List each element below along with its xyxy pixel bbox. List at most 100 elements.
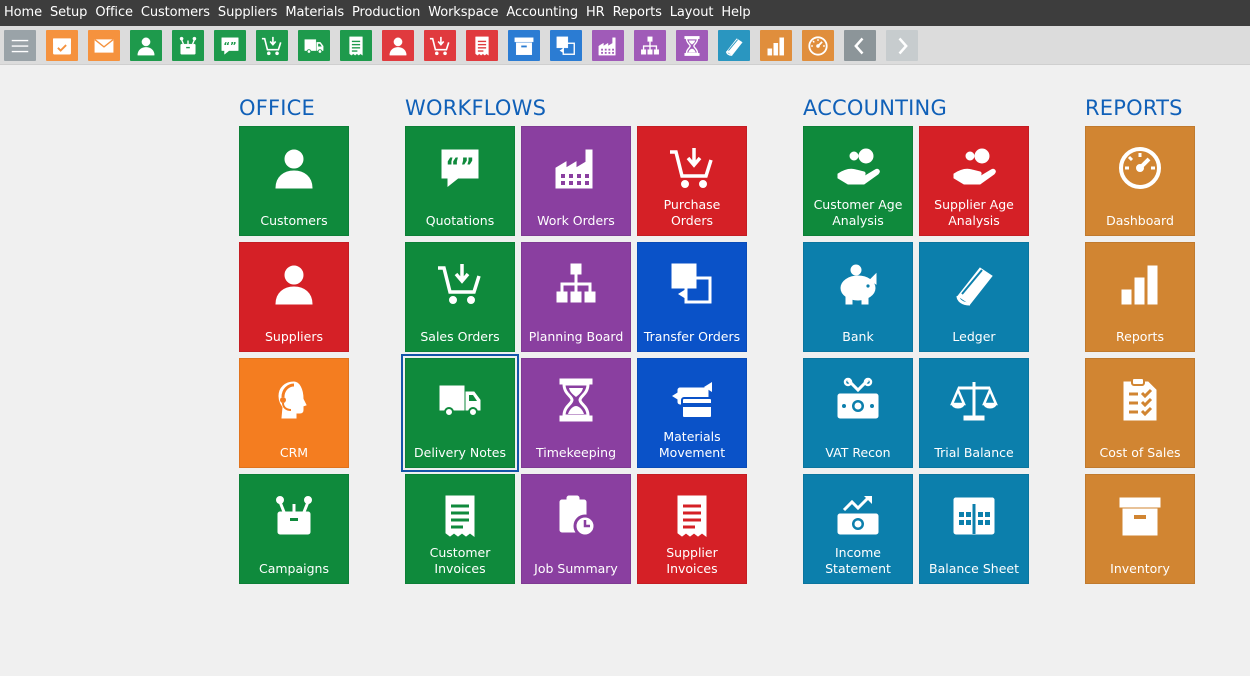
book-icon: [725, 37, 743, 56]
toolbar-mail-button[interactable]: [88, 30, 120, 61]
cart-down-icon: [261, 36, 282, 55]
hand-coin-icon: [920, 143, 1028, 193]
tile-supplier-invoices[interactable]: Supplier Invoices: [637, 474, 747, 584]
tile-vat-recon[interactable]: VAT Recon: [803, 358, 913, 468]
toolbar: “”: [0, 26, 1250, 65]
toolbar-invoice-button[interactable]: [466, 30, 498, 61]
toolbar-forward-button[interactable]: [886, 30, 918, 61]
toolbar-gauge-button[interactable]: [802, 30, 834, 61]
toolbar-quote-button[interactable]: “”: [214, 30, 246, 61]
menu-reports[interactable]: Reports: [613, 0, 667, 26]
tile-sales-orders[interactable]: Sales Orders: [405, 242, 515, 352]
menu-help[interactable]: Help: [721, 0, 755, 26]
menu-suppliers[interactable]: Suppliers: [218, 0, 282, 26]
tile-customers[interactable]: Customers: [239, 126, 349, 236]
tile-trial-balance[interactable]: Trial Balance: [919, 358, 1029, 468]
tile-supplier-age-analysis[interactable]: Supplier Age Analysis: [919, 126, 1029, 236]
tile-label: Campaigns: [258, 561, 329, 576]
truck-icon: [406, 375, 514, 425]
hourglass-icon: [684, 35, 700, 56]
section-title-office: OFFICE: [239, 96, 316, 120]
toolbar-transfer-button[interactable]: [550, 30, 582, 61]
toolbar-inventory-button[interactable]: [508, 30, 540, 61]
menu-setup[interactable]: Setup: [50, 0, 92, 26]
toolbar-campaign-button[interactable]: [172, 30, 204, 61]
toolbar-calendar-button[interactable]: [46, 30, 78, 61]
toolbar-invoice-button[interactable]: [340, 30, 372, 61]
toolbar-customer-button[interactable]: [130, 30, 162, 61]
menu-hr[interactable]: HR: [586, 0, 610, 26]
tile-work-orders[interactable]: Work Orders: [521, 126, 631, 236]
cards-icon: [638, 375, 746, 425]
toolbar-supplier-button[interactable]: [382, 30, 414, 61]
tile-label: Transfer Orders: [643, 329, 741, 344]
invoice-icon: [349, 36, 363, 56]
headset-icon: [240, 375, 348, 425]
tile-reports[interactable]: Reports: [1085, 242, 1195, 352]
menu-accounting[interactable]: Accounting: [506, 0, 583, 26]
tile-label: Planning Board: [528, 329, 624, 344]
tile-income-statement[interactable]: Income Statement: [803, 474, 913, 584]
tile-label: VAT Recon: [825, 445, 891, 460]
tile-label: Customer Invoices: [429, 545, 491, 576]
tile-crm[interactable]: CRM: [239, 358, 349, 468]
tile-campaigns[interactable]: Campaigns: [239, 474, 349, 584]
toolbar-book-button[interactable]: [718, 30, 750, 61]
tile-cost-of-sales[interactable]: Cost of Sales: [1085, 358, 1195, 468]
sheet-icon: [920, 491, 1028, 541]
toolbar-truck-button[interactable]: [298, 30, 330, 61]
tile-job-summary[interactable]: Job Summary: [521, 474, 631, 584]
book-icon: [920, 259, 1028, 309]
menu-materials[interactable]: Materials: [285, 0, 349, 26]
clipboard-clock-icon: [522, 491, 630, 541]
menu-customers[interactable]: Customers: [141, 0, 215, 26]
toolbar-cart-down-button[interactable]: [256, 30, 288, 61]
customer-icon: [137, 37, 155, 55]
inventory-icon: [514, 37, 534, 55]
toolbar-back-button[interactable]: [844, 30, 876, 61]
person-icon: [240, 259, 348, 309]
tile-customer-invoices[interactable]: Customer Invoices: [405, 474, 515, 584]
menu-office[interactable]: Office: [95, 0, 138, 26]
tile-suppliers[interactable]: Suppliers: [239, 242, 349, 352]
forward-icon: [898, 37, 908, 54]
section-title-reports: REPORTS: [1085, 96, 1183, 120]
tile-label: Customer Age Analysis: [813, 197, 903, 228]
tile-inventory[interactable]: Inventory: [1085, 474, 1195, 584]
campaign-icon: [179, 36, 197, 54]
org-icon: [641, 36, 659, 54]
tile-label: Supplier Invoices: [666, 545, 718, 576]
menu-layout[interactable]: Layout: [670, 0, 719, 26]
menu-home[interactable]: Home: [4, 0, 47, 26]
menu-production[interactable]: Production: [352, 0, 425, 26]
toolbar-cart-down-button[interactable]: [424, 30, 456, 61]
tile-bank[interactable]: Bank: [803, 242, 913, 352]
factory-icon: [522, 143, 630, 193]
tile-label: Customers: [260, 213, 328, 228]
tile-purchase-orders[interactable]: Purchase Orders: [637, 126, 747, 236]
tile-materials-movement[interactable]: Materials Movement: [637, 358, 747, 468]
toolbar-org-button[interactable]: [634, 30, 666, 61]
tile-transfer-orders[interactable]: Transfer Orders: [637, 242, 747, 352]
tile-label: Trial Balance: [934, 445, 1014, 460]
tile-label: Bank: [842, 329, 874, 344]
menu-workspace[interactable]: Workspace: [428, 0, 503, 26]
quote-icon: “”: [221, 37, 239, 55]
toolbar-menu-button[interactable]: [4, 30, 36, 61]
tile-delivery-notes[interactable]: Delivery Notes: [401, 354, 519, 472]
tile-label: Ledger: [952, 329, 996, 344]
mail-icon: [94, 38, 114, 53]
toolbar-bars-button[interactable]: [760, 30, 792, 61]
toolbar-factory-button[interactable]: [592, 30, 624, 61]
toolbar-hourglass-button[interactable]: [676, 30, 708, 61]
tile-planning-board[interactable]: Planning Board: [521, 242, 631, 352]
tile-ledger[interactable]: Ledger: [919, 242, 1029, 352]
tile-dashboard[interactable]: Dashboard: [1085, 126, 1195, 236]
tile-label: Quotations: [425, 213, 495, 228]
transfer-icon: [556, 36, 575, 55]
tile-balance-sheet[interactable]: Balance Sheet: [919, 474, 1029, 584]
tile-customer-age-analysis[interactable]: Customer Age Analysis: [803, 126, 913, 236]
quote-icon: “”: [406, 143, 514, 193]
tile-timekeeping[interactable]: Timekeeping: [521, 358, 631, 468]
tile-quotations[interactable]: “” Quotations: [405, 126, 515, 236]
